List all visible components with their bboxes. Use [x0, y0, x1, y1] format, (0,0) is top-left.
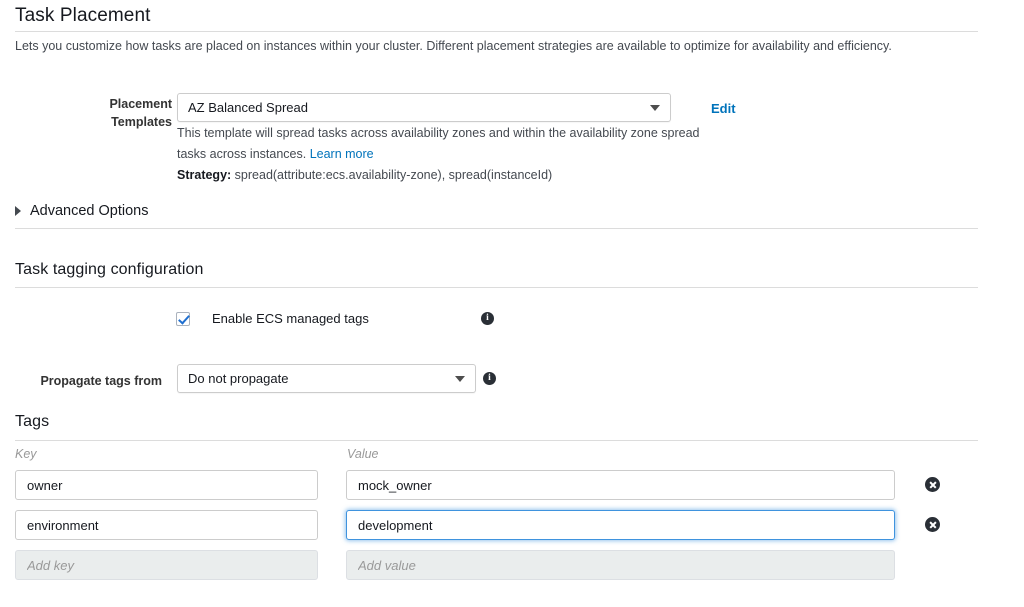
- placement-templates-label: Placement Templates: [35, 95, 172, 131]
- page-title: Task Placement: [15, 5, 151, 27]
- learn-more-link[interactable]: Learn more: [310, 147, 374, 161]
- placement-template-select[interactable]: AZ Balanced Spread: [177, 93, 671, 122]
- placement-strategy-label: Strategy:: [177, 168, 231, 182]
- page-description: Lets you customize how tasks are placed …: [15, 39, 892, 53]
- propagate-tags-info-icon[interactable]: i: [483, 372, 496, 385]
- remove-tag-icon[interactable]: [925, 477, 940, 492]
- placement-template-selected-value: AZ Balanced Spread: [188, 100, 642, 115]
- tag-key-input[interactable]: [15, 550, 318, 580]
- enable-ecs-managed-tags-row[interactable]: Enable ECS managed tags: [176, 311, 369, 326]
- advanced-options-toggle[interactable]: Advanced Options: [15, 203, 149, 219]
- tags-title: Tags: [15, 413, 49, 431]
- tags-value-header: Value: [347, 447, 379, 461]
- remove-tag-icon[interactable]: [925, 517, 940, 532]
- task-placement-page: Task Placement Lets you customize how ta…: [0, 0, 1024, 607]
- managed-tags-info-icon[interactable]: i: [481, 312, 494, 325]
- placement-description-line1: This template will spread tasks across a…: [177, 126, 699, 140]
- task-tagging-title: Task tagging configuration: [15, 261, 204, 279]
- tag-key-input[interactable]: [15, 510, 318, 540]
- header-divider: [15, 31, 978, 32]
- advanced-options-divider: [15, 228, 978, 229]
- tag-value-input[interactable]: [346, 470, 895, 500]
- placement-strategy-value: spread(attribute:ecs.availability-zone),…: [235, 168, 553, 182]
- placement-strategy: Strategy: spread(attribute:ecs.availabil…: [177, 168, 552, 182]
- edit-placement-link[interactable]: Edit: [711, 101, 736, 116]
- propagate-tags-label: Propagate tags from: [0, 372, 162, 390]
- placement-description-line2-text: tasks across instances.: [177, 147, 306, 161]
- tags-divider: [15, 440, 978, 441]
- tag-key-input[interactable]: [15, 470, 318, 500]
- tag-value-input[interactable]: [346, 550, 895, 580]
- chevron-down-icon: [455, 376, 465, 382]
- chevron-down-icon: [650, 105, 660, 111]
- placement-description-line2: tasks across instances. Learn more: [177, 147, 374, 161]
- task-tagging-divider: [15, 287, 978, 288]
- enable-ecs-managed-tags-label: Enable ECS managed tags: [212, 311, 369, 326]
- tags-key-header: Key: [15, 447, 37, 461]
- placement-templates-label-line2: Templates: [35, 113, 172, 131]
- placement-templates-label-line1: Placement: [35, 95, 172, 113]
- propagate-tags-select[interactable]: Do not propagate: [177, 364, 476, 393]
- enable-ecs-managed-tags-checkbox[interactable]: [176, 312, 190, 326]
- chevron-right-icon: [15, 206, 21, 216]
- tag-value-input[interactable]: [346, 510, 895, 540]
- advanced-options-label: Advanced Options: [30, 203, 149, 219]
- propagate-tags-selected-value: Do not propagate: [188, 371, 447, 386]
